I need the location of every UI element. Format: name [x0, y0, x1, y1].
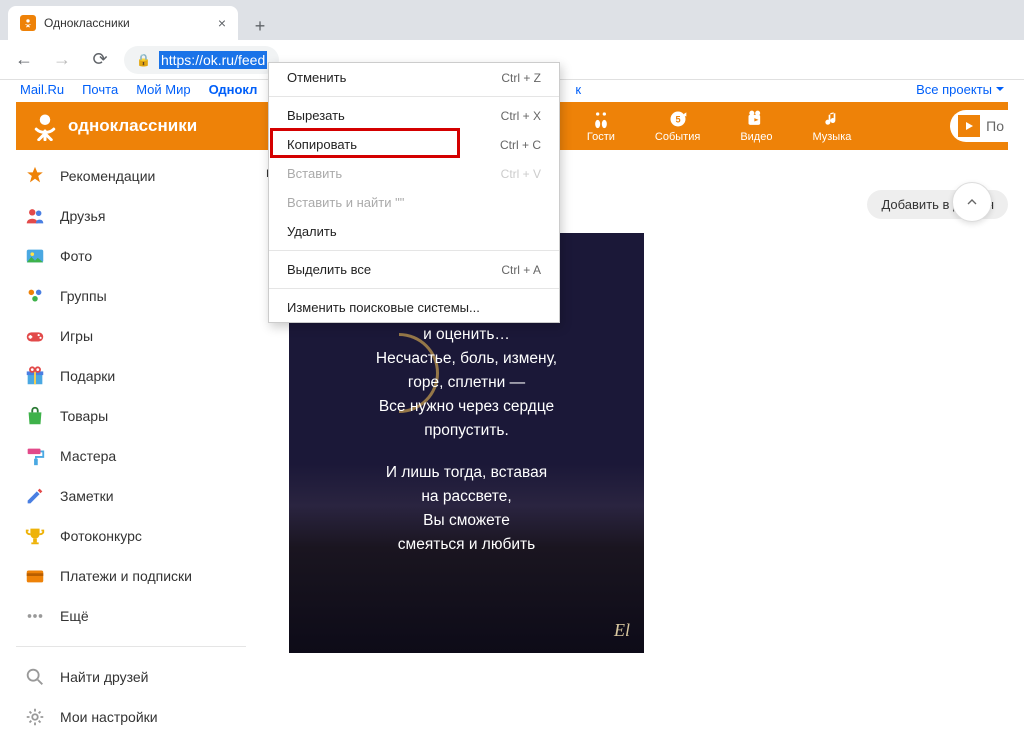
nav-events[interactable]: 5События [655, 109, 700, 143]
ok-top-nav: Друзья Гости 5События Видео Музыка [511, 109, 851, 143]
browser-tab[interactable]: Одноклассники × [8, 6, 238, 40]
roller-icon [24, 445, 46, 467]
sidebar-payments[interactable]: Платежи и подписки [16, 556, 246, 596]
events-icon: 5 [668, 109, 688, 129]
photo-icon [24, 245, 46, 267]
play-icon [958, 115, 980, 137]
k-link[interactable]: к [575, 82, 581, 97]
pencil-icon [24, 485, 46, 507]
sidebar-groups[interactable]: Группы [16, 276, 246, 316]
sidebar-photo[interactable]: Фото [16, 236, 246, 276]
sidebar: Рекомендации Друзья Фото Группы Игры Под… [16, 150, 246, 737]
chevron-up-icon [964, 194, 980, 210]
close-icon[interactable]: × [218, 15, 226, 31]
mailru-link[interactable]: Mail.Ru [20, 82, 64, 97]
sidebar-settings[interactable]: Мои настройки [16, 697, 246, 737]
scroll-top-button[interactable] [952, 182, 992, 222]
trophy-icon [24, 525, 46, 547]
cm-search-engines[interactable]: Изменить поисковые системы... [269, 293, 559, 322]
ok-favicon [20, 15, 36, 31]
svg-text:5: 5 [675, 114, 680, 124]
music-icon [822, 109, 842, 129]
cm-select-all[interactable]: Выделить всеCtrl + A [269, 255, 559, 284]
lock-icon: 🔒 [136, 53, 151, 67]
cm-undo[interactable]: ОтменитьCtrl + Z [269, 63, 559, 92]
ok-link[interactable]: Однокл [209, 82, 258, 97]
signature: El [614, 617, 630, 645]
tab-title: Одноклассники [44, 16, 130, 30]
sidebar-masters[interactable]: Мастера [16, 436, 246, 476]
gear-icon [24, 706, 46, 728]
reload-button[interactable]: ⟳ [86, 46, 114, 74]
gift-icon [24, 365, 46, 387]
context-menu: ОтменитьCtrl + Z ВырезатьCtrl + X Копиро… [268, 62, 560, 323]
post-button[interactable]: По [950, 110, 1010, 142]
cm-paste: ВставитьCtrl + V [269, 159, 559, 188]
browser-tab-strip: Одноклассники × + [0, 0, 1024, 40]
sidebar-more[interactable]: Ещё [16, 596, 246, 636]
url-input[interactable]: 🔒 https://ok.ru/feed [124, 46, 279, 74]
video-icon [746, 109, 766, 129]
groups-icon [24, 285, 46, 307]
forward-button: → [48, 46, 76, 74]
sidebar-games[interactable]: Игры [16, 316, 246, 356]
nav-video[interactable]: Видео [740, 109, 772, 143]
people-icon [24, 205, 46, 227]
mail-link[interactable]: Почта [82, 82, 118, 97]
bag-icon [24, 405, 46, 427]
sidebar-gifts[interactable]: Подарки [16, 356, 246, 396]
nav-music[interactable]: Музыка [812, 109, 851, 143]
search-icon [24, 666, 46, 688]
more-icon [24, 605, 46, 627]
new-tab-button[interactable]: + [246, 12, 274, 40]
sidebar-find-friends[interactable]: Найти друзей [16, 657, 246, 697]
guests-icon [591, 109, 611, 129]
sidebar-friends[interactable]: Друзья [16, 196, 246, 236]
sidebar-market[interactable]: Товары [16, 396, 246, 436]
url-text: https://ok.ru/feed [159, 51, 267, 69]
cm-copy[interactable]: КопироватьCtrl + C [269, 130, 559, 159]
card-icon [24, 565, 46, 587]
sidebar-notes[interactable]: Заметки [16, 476, 246, 516]
cm-paste-search: Вставить и найти "" [269, 188, 559, 217]
mymir-link[interactable]: Мой Мир [136, 82, 190, 97]
ok-brand[interactable]: одноклассники [16, 111, 211, 141]
ok-logo-icon [30, 111, 60, 141]
sidebar-contest[interactable]: Фотоконкурс [16, 516, 246, 556]
star-icon [24, 165, 46, 187]
games-icon [24, 325, 46, 347]
back-button[interactable]: ← [10, 46, 38, 74]
cm-delete[interactable]: Удалить [269, 217, 559, 246]
all-projects[interactable]: Все проекты [916, 82, 1004, 97]
nav-guests[interactable]: Гости [587, 109, 615, 143]
cm-cut[interactable]: ВырезатьCtrl + X [269, 101, 559, 130]
sidebar-reco[interactable]: Рекомендации [16, 156, 246, 196]
